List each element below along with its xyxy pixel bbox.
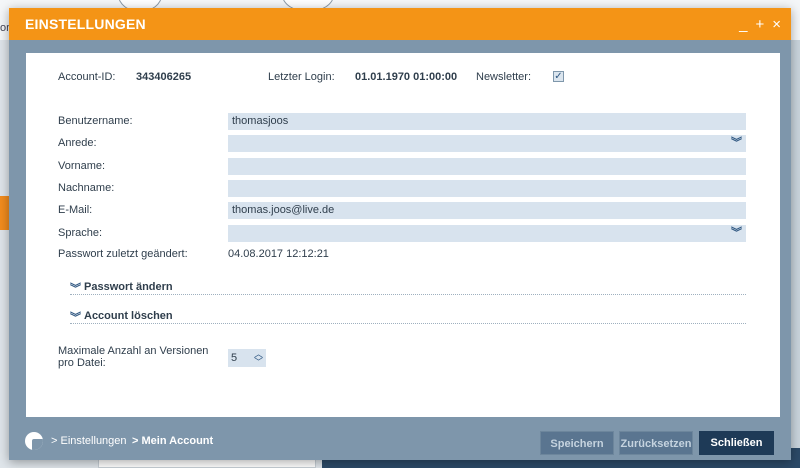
- settings-dialog: EINSTELLUNGEN _ + × Account-ID: 34340626…: [9, 8, 791, 460]
- firstname-label: Vorname:: [58, 160, 106, 172]
- account-info-row: Account-ID: 343406265 Letzter Login: 01.…: [58, 71, 760, 89]
- last-login-value: 01.01.1970 01:00:00: [355, 71, 458, 83]
- language-label: Sprache:: [58, 227, 103, 239]
- maximize-icon[interactable]: +: [755, 17, 764, 32]
- username-row: Benutzername: thomasjoos: [58, 113, 748, 130]
- max-versions-stepper[interactable]: 5 ︿ ﹀: [228, 349, 266, 367]
- app-logo-icon: [25, 432, 43, 450]
- newsletter-checkbox[interactable]: ✓: [553, 71, 564, 82]
- max-versions-label: Maximale Anzahl an Versionen pro Datei:: [58, 345, 209, 369]
- chevron-down-icon: ︾: [70, 283, 81, 295]
- settings-panel: Account-ID: 343406265 Letzter Login: 01.…: [26, 53, 780, 417]
- username-label: Benutzername:: [58, 115, 133, 127]
- firstname-field[interactable]: [228, 158, 746, 175]
- close-icon[interactable]: ×: [772, 17, 781, 32]
- last-login-label: Letzter Login:: [268, 71, 335, 83]
- chevron-down-icon[interactable]: ︾: [731, 135, 742, 152]
- language-select[interactable]: ︾: [228, 225, 746, 242]
- reset-button[interactable]: Zurücksetzen: [619, 431, 693, 455]
- change-password-toggle[interactable]: Passwort ändern: [84, 281, 177, 293]
- salutation-select[interactable]: ︾: [228, 135, 746, 152]
- chevron-down-icon[interactable]: ︾: [731, 225, 742, 242]
- breadcrumb-settings[interactable]: > Einstellungen: [51, 435, 127, 447]
- save-button[interactable]: Speichern: [540, 431, 614, 455]
- dialog-titlebar[interactable]: EINSTELLUNGEN _ + ×: [9, 8, 791, 40]
- lastname-field[interactable]: [228, 180, 746, 197]
- email-field[interactable]: thomas.joos@live.de: [228, 202, 746, 219]
- dialog-footer: > Einstellungen > Mein Account Speichern…: [9, 421, 791, 460]
- account-id-value: 343406265: [136, 71, 192, 83]
- account-id-label: Account-ID:: [58, 71, 116, 83]
- salutation-row: Anrede: ︾: [58, 135, 748, 152]
- window-controls: _ + ×: [739, 17, 781, 32]
- max-versions-value: 5: [231, 352, 238, 364]
- dialog-title: EINSTELLUNGEN: [25, 16, 146, 32]
- divider: [70, 294, 746, 295]
- salutation-label: Anrede:: [58, 137, 97, 149]
- newsletter-label: Newsletter:: [476, 71, 532, 83]
- email-label: E-Mail:: [58, 204, 93, 216]
- password-changed-row: Passwort zuletzt geändert: 04.08.2017 12…: [58, 246, 748, 263]
- change-password-section[interactable]: ︾ Passwort ändern: [70, 281, 746, 295]
- password-changed-label: Passwort zuletzt geändert:: [58, 248, 188, 260]
- stepper-arrows-icon[interactable]: ︿ ﹀: [254, 350, 263, 367]
- username-field[interactable]: thomasjoos: [228, 113, 746, 130]
- lastname-label: Nachname:: [58, 182, 115, 194]
- minimize-icon[interactable]: _: [739, 17, 747, 32]
- delete-account-section[interactable]: ︾ Account löschen: [70, 310, 746, 324]
- close-button[interactable]: Schließen: [699, 431, 774, 455]
- language-row: Sprache: ︾: [58, 225, 748, 242]
- chevron-down-icon: ︾: [70, 312, 81, 324]
- password-changed-value: 04.08.2017 12:12:21: [228, 248, 329, 260]
- email-row: E-Mail: thomas.joos@live.de: [58, 202, 748, 219]
- lastname-row: Nachname:: [58, 180, 748, 197]
- delete-account-toggle[interactable]: Account löschen: [84, 310, 177, 322]
- divider: [70, 323, 746, 324]
- firstname-row: Vorname:: [58, 158, 748, 175]
- breadcrumb-my-account[interactable]: > Mein Account: [132, 435, 213, 447]
